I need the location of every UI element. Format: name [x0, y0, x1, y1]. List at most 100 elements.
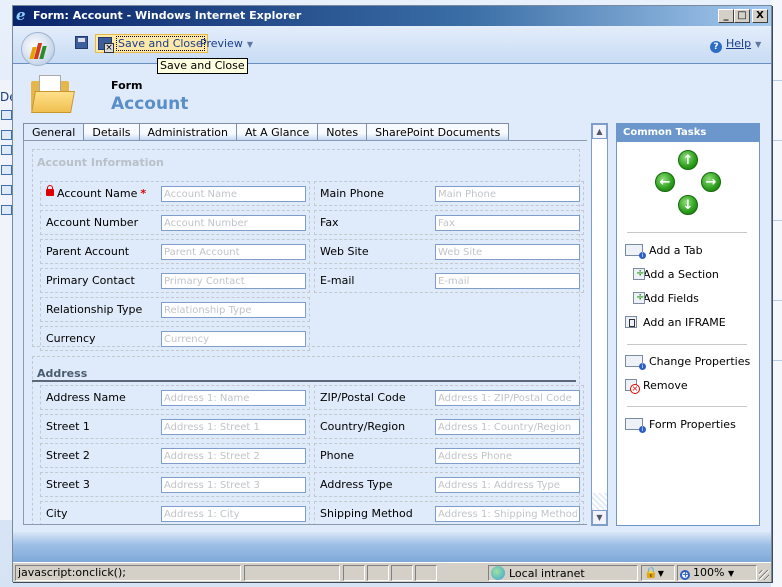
tab-notes[interactable]: Notes: [318, 123, 368, 141]
background-tree-icon: [1, 185, 12, 195]
change-properties-link[interactable]: Change Properties: [625, 355, 750, 370]
city-input[interactable]: [161, 506, 306, 522]
shipping-method-input[interactable]: [435, 506, 580, 522]
add-section-link[interactable]: Add a Section: [625, 268, 719, 281]
move-right-arrow-icon[interactable]: →: [701, 172, 721, 192]
divider: [627, 232, 747, 233]
scroll-down-button[interactable]: ▼: [592, 510, 607, 525]
move-down-arrow-icon[interactable]: ↓: [678, 195, 698, 215]
add-section-icon: [633, 268, 645, 280]
field-email[interactable]: E-mail: [314, 268, 584, 293]
country-input[interactable]: [435, 419, 580, 435]
security-zone[interactable]: Local intranet: [488, 565, 638, 581]
address-name-input[interactable]: [161, 390, 306, 406]
close-button[interactable]: X: [752, 9, 768, 23]
fax-input[interactable]: [435, 215, 580, 231]
tab-sharepoint-documents[interactable]: SharePoint Documents: [367, 123, 510, 141]
street-2-input[interactable]: [161, 448, 306, 464]
maximize-button[interactable]: □: [734, 9, 750, 23]
field-account-number[interactable]: Account Number: [40, 210, 310, 235]
tab-at-a-glance[interactable]: At A Glance: [237, 123, 319, 141]
save-close-icon: [98, 37, 114, 53]
web-site-input[interactable]: [435, 244, 580, 260]
field-relationship-type[interactable]: Relationship Type: [40, 297, 310, 322]
field-account-name[interactable]: Account Name *: [40, 181, 310, 206]
zip-input[interactable]: [435, 390, 580, 406]
currency-input[interactable]: [161, 331, 306, 347]
tab-details[interactable]: Details: [84, 123, 140, 141]
street-1-input[interactable]: [161, 419, 306, 435]
account-number-input[interactable]: [161, 215, 306, 231]
field-country[interactable]: Country/Region: [314, 414, 584, 439]
scroll-track[interactable]: [592, 493, 607, 510]
field-street-3[interactable]: Street 3: [40, 472, 310, 497]
scroll-thumb[interactable]: [592, 139, 607, 493]
add-fields-link[interactable]: Add Fields: [625, 292, 699, 305]
add-tab-icon: [625, 244, 646, 259]
help-menu[interactable]: ? Help ▼: [710, 37, 761, 53]
tab-administration[interactable]: Administration: [139, 123, 237, 141]
field-city[interactable]: City: [40, 501, 310, 524]
remove-link[interactable]: Remove: [625, 379, 688, 394]
zoom-control[interactable]: +100% ▼: [677, 565, 757, 581]
protected-mode-button[interactable]: 🔒▼: [641, 565, 675, 581]
title-bar[interactable]: e Form: Account - Windows Internet Explo…: [13, 6, 771, 26]
background-app-right: [771, 0, 782, 587]
status-text: javascript:onclick();: [15, 565, 241, 581]
field-address-name[interactable]: Address Name: [40, 385, 310, 410]
change-properties-icon: [625, 355, 646, 370]
intranet-globe-icon: [491, 566, 505, 580]
email-input[interactable]: [435, 273, 580, 289]
scroll-up-button[interactable]: ▲: [592, 124, 607, 139]
field-street-2[interactable]: Street 2: [40, 443, 310, 468]
section-title: Address: [37, 367, 88, 380]
field-fax[interactable]: Fax: [314, 210, 584, 235]
background-tree-icon: [1, 205, 12, 215]
status-pane: [415, 565, 437, 581]
status-pane: [391, 565, 413, 581]
save-and-close-button[interactable]: Save and Close: [95, 34, 208, 53]
resize-grip[interactable]: [759, 570, 769, 580]
main-phone-input[interactable]: [435, 186, 580, 202]
form-scrollbar[interactable]: ▲ ▼: [591, 123, 608, 526]
move-left-arrow-icon[interactable]: ←: [655, 172, 675, 192]
lock-icon: 🔒: [644, 566, 658, 579]
field-street-1[interactable]: Street 1: [40, 414, 310, 439]
field-primary-contact[interactable]: Primary Contact: [40, 268, 310, 293]
form-folder-icon: [29, 73, 75, 115]
divider: [627, 344, 747, 345]
form-type-label: Form: [111, 79, 143, 92]
address-type-input[interactable]: [435, 477, 580, 493]
save-icon[interactable]: [75, 36, 88, 49]
parent-account-input[interactable]: [161, 244, 306, 260]
chevron-down-icon: ▼: [755, 40, 762, 49]
field-web-site[interactable]: Web Site: [314, 239, 584, 264]
background-tree-icon: [1, 165, 12, 175]
field-address-type[interactable]: Address Type: [314, 472, 584, 497]
primary-contact-input[interactable]: [161, 273, 306, 289]
add-fields-icon: [633, 292, 645, 304]
add-iframe-icon: [625, 316, 637, 328]
street-3-input[interactable]: [161, 477, 306, 493]
background-list-icon: [1, 130, 12, 140]
form-header: Form Account: [13, 65, 771, 125]
preview-menu[interactable]: Preview ▼: [200, 37, 253, 50]
field-currency[interactable]: Currency: [40, 326, 310, 351]
form-properties-link[interactable]: Form Properties: [625, 418, 736, 433]
account-name-input[interactable]: [161, 186, 306, 202]
add-iframe-link[interactable]: Add an IFRAME: [625, 316, 726, 329]
move-up-arrow-icon[interactable]: ↑: [678, 150, 698, 170]
field-parent-account[interactable]: Parent Account: [40, 239, 310, 264]
field-phone[interactable]: Phone: [314, 443, 584, 468]
minimize-button[interactable]: _: [718, 9, 734, 23]
zoom-icon: +: [680, 570, 690, 580]
add-tab-link[interactable]: Add a Tab: [625, 244, 703, 259]
entity-name: Account: [111, 94, 189, 114]
ie-window: e Form: Account - Windows Internet Explo…: [12, 5, 772, 582]
section-divider: [32, 380, 576, 382]
field-main-phone[interactable]: Main Phone: [314, 181, 584, 206]
relationship-type-input[interactable]: [161, 302, 306, 318]
phone-input[interactable]: [435, 448, 580, 464]
field-zip[interactable]: ZIP/Postal Code: [314, 385, 584, 410]
field-shipping-method[interactable]: Shipping Method: [314, 501, 584, 524]
